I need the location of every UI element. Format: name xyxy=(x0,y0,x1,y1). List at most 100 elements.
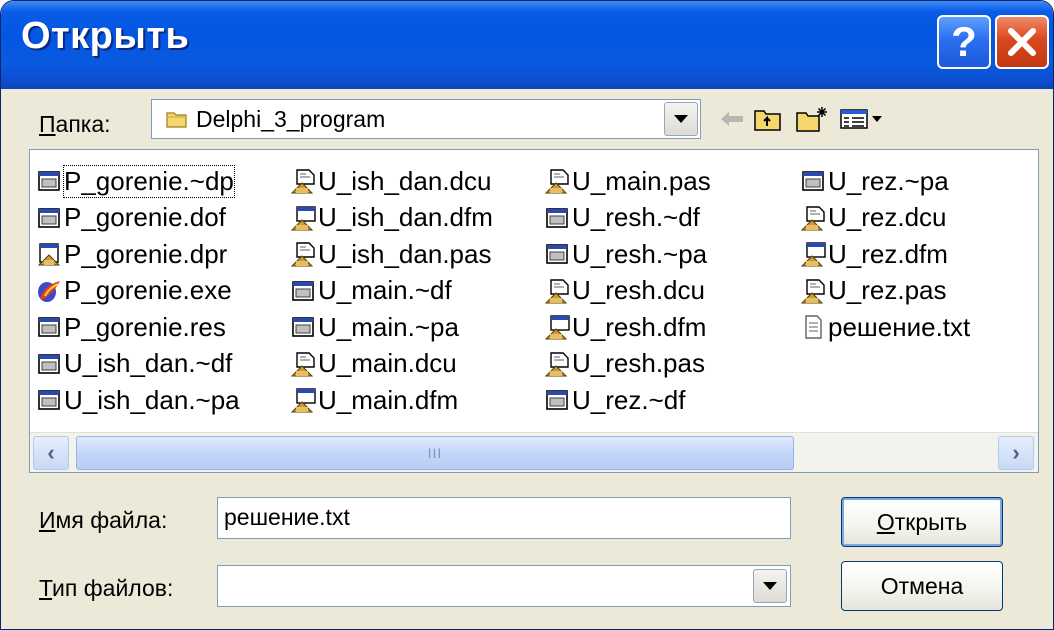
scroll-right-button[interactable]: › xyxy=(998,436,1034,470)
file-name: U_ish_dan.dcu xyxy=(318,165,492,196)
filename-input[interactable]: решение.txt xyxy=(217,497,791,539)
help-button[interactable]: ? xyxy=(937,15,991,69)
file-item[interactable]: U_ish_dan.dcu xyxy=(290,164,491,198)
file-name: U_resh.dcu xyxy=(572,275,705,305)
text-file-icon xyxy=(800,314,826,340)
file-item[interactable]: U_rez.dfm xyxy=(800,237,948,271)
open-button[interactable]: Открыть xyxy=(841,497,1003,547)
form-file-icon xyxy=(800,168,826,194)
filetype-dropdown-button[interactable] xyxy=(753,569,787,603)
filetype-combobox[interactable] xyxy=(217,565,791,607)
file-item[interactable]: U_main.~df xyxy=(290,274,452,308)
title-bar[interactable]: Открыть ? xyxy=(1,1,1053,89)
scroll-thumb[interactable]: III xyxy=(76,436,794,470)
delphi-unit-icon xyxy=(544,351,570,377)
file-name: U_main.~pa xyxy=(318,311,459,342)
question-icon: ? xyxy=(951,18,977,65)
chevron-left-icon: ‹ xyxy=(47,440,55,465)
form-file-icon xyxy=(36,351,62,377)
file-name: U_ish_dan.dfm xyxy=(318,202,493,232)
form-file-icon xyxy=(36,168,62,194)
file-item[interactable]: U_resh.dcu xyxy=(544,274,705,308)
file-item[interactable]: U_main.dcu xyxy=(290,347,457,381)
folder-label: Папка: xyxy=(39,111,111,137)
file-name: U_resh.~df xyxy=(572,202,700,232)
details-view-icon xyxy=(840,109,882,129)
delphi-unit-icon xyxy=(544,168,570,194)
file-item[interactable]: U_main.~pa xyxy=(290,310,459,344)
file-item[interactable]: U_resh.dfm xyxy=(544,310,706,344)
file-item[interactable]: U_rez.~pa xyxy=(800,164,949,198)
new-folder-button[interactable] xyxy=(793,105,831,133)
form-file-icon xyxy=(544,241,570,267)
delphi-unit-icon xyxy=(290,168,316,194)
up-folder-icon xyxy=(754,110,781,131)
form-file-icon xyxy=(290,314,316,340)
close-button[interactable] xyxy=(995,15,1049,69)
file-item[interactable]: U_ish_dan.~df xyxy=(36,347,232,381)
file-item[interactable]: U_ish_dan.dfm xyxy=(290,201,493,235)
file-item[interactable]: U_rez.pas xyxy=(800,274,947,308)
file-item[interactable]: U_rez.~df xyxy=(544,383,685,417)
file-name: U_rez.~df xyxy=(572,384,686,415)
window-title: Открыть xyxy=(21,15,190,57)
file-item[interactable]: U_resh.~pa xyxy=(544,237,707,271)
back-button[interactable] xyxy=(717,105,747,133)
file-name: U_main.dcu xyxy=(318,348,457,378)
file-name: P_gorenie.dof xyxy=(64,202,226,232)
file-item[interactable]: U_resh.pas xyxy=(544,347,705,381)
file-name: U_main.~df xyxy=(318,275,452,305)
file-list[interactable]: решение.txt U_rez.pas U_rez.dfm U_rez.dcu U_… xyxy=(29,149,1039,473)
file-name: P_gorenie.exe xyxy=(64,275,232,305)
file-item[interactable]: P_gorenie.dof xyxy=(36,201,226,235)
file-item[interactable]: U_ish_dan.~pa xyxy=(36,383,240,417)
open-button-label: Открыть xyxy=(876,508,968,535)
delphi-form-icon xyxy=(800,241,826,267)
scroll-left-button[interactable]: ‹ xyxy=(33,436,69,470)
file-name: P_gorenie.~dp xyxy=(63,164,235,198)
form-file-icon xyxy=(544,205,570,231)
file-item[interactable]: U_rez.dcu xyxy=(800,201,947,235)
cancel-button-label: Отмена xyxy=(880,572,964,599)
file-name: P_gorenie.res xyxy=(64,311,226,342)
form-file-icon xyxy=(544,387,570,413)
file-name: U_main.pas xyxy=(572,165,711,196)
view-menu-button[interactable] xyxy=(837,105,887,133)
file-name: U_resh.pas xyxy=(572,348,705,378)
file-name: U_resh.dfm xyxy=(572,311,707,342)
folder-dropdown-button[interactable] xyxy=(664,102,698,136)
filename-label: Имя файла: xyxy=(39,507,168,533)
cancel-button[interactable]: Отмена xyxy=(841,561,1003,611)
delphi-form-icon xyxy=(544,314,570,340)
file-item[interactable]: U_resh.~df xyxy=(544,201,700,235)
file-item[interactable]: U_ish_dan.pas xyxy=(290,237,491,271)
delphi-form-icon xyxy=(290,387,316,413)
file-item[interactable]: P_gorenie.res xyxy=(36,310,226,344)
folder-combobox[interactable]: Delphi_3_program xyxy=(151,99,701,139)
file-item[interactable]: U_main.dfm xyxy=(290,383,458,417)
chevron-right-icon: › xyxy=(1012,440,1020,465)
horizontal-scrollbar[interactable]: ‹ III › xyxy=(30,432,1038,472)
chevron-down-icon xyxy=(763,582,777,590)
file-name: U_rez.dfm xyxy=(828,238,948,269)
chevron-down-icon xyxy=(674,115,688,123)
file-item[interactable]: P_gorenie.exe xyxy=(36,274,232,308)
delphi-unit-icon xyxy=(290,351,316,377)
form-file-icon xyxy=(290,278,316,304)
file-item[interactable]: P_gorenie.dpr xyxy=(36,237,227,271)
back-arrow-icon xyxy=(721,112,743,126)
file-name: U_main.dfm xyxy=(318,384,459,415)
form-file-icon xyxy=(36,205,62,231)
executable-icon xyxy=(36,278,62,304)
file-name: U_ish_dan.~df xyxy=(64,348,233,378)
form-file-icon xyxy=(36,387,62,413)
file-item[interactable]: P_gorenie.~dp xyxy=(36,164,235,198)
file-item[interactable]: U_main.pas xyxy=(544,164,711,198)
delphi-unit-icon xyxy=(544,278,570,304)
file-name: U_resh.~pa xyxy=(572,238,708,269)
folder-icon xyxy=(166,112,187,128)
up-folder-button[interactable] xyxy=(751,105,785,133)
file-item[interactable]: решение.txt xyxy=(800,310,970,344)
file-name: U_rez.~pa xyxy=(828,165,949,196)
file-name: U_ish_dan.~pa xyxy=(64,384,240,415)
